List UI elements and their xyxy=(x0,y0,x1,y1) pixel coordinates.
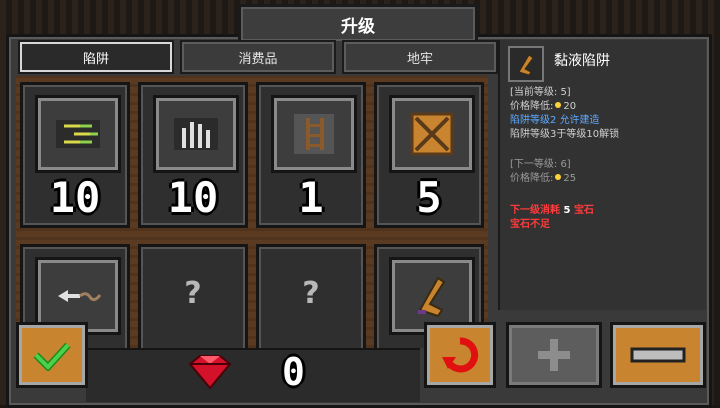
price-drop-label: 价格降低: xyxy=(510,101,554,112)
trap-level-text: 陷阱等级2 xyxy=(510,115,557,126)
upgrade-cost-row: 下一级消耗 5 宝石 xyxy=(510,204,594,218)
trap-count: 1 xyxy=(298,173,324,222)
locked-trap-card[interactable]: ? xyxy=(138,244,248,348)
tab-traps[interactable]: 陷阱 xyxy=(18,40,174,74)
next-price-label: 价格降低: xyxy=(510,173,554,184)
trap-count: 10 xyxy=(167,173,219,222)
crate-trap-icon xyxy=(389,95,475,173)
trap-card-crate[interactable]: 5 xyxy=(374,82,484,228)
trap-count: 5 xyxy=(416,173,442,222)
next-price-row: 价格降低: 25 xyxy=(510,172,576,186)
increase-button[interactable] xyxy=(506,322,602,388)
decrease-button[interactable] xyxy=(610,322,706,388)
spike-trap-icon xyxy=(153,95,239,173)
locked-icon: ? xyxy=(184,275,202,311)
cost-value: 5 xyxy=(563,205,571,216)
next-price-value: 25 xyxy=(563,173,577,184)
gem-count: 0 xyxy=(282,350,305,394)
trap-level-row: 陷阱等级2 允许建造 xyxy=(510,114,600,128)
checkmark-icon xyxy=(33,342,71,371)
unlock-note: 陷阱等级3于等级10解锁 xyxy=(510,129,620,140)
slime-trap-icon xyxy=(508,46,544,82)
confirm-button[interactable] xyxy=(16,322,88,388)
current-level: [当前等级: 5] xyxy=(510,87,571,98)
ladder-trap-icon xyxy=(271,95,357,173)
detail-title: 黏液陷阱 xyxy=(554,53,610,69)
reset-button[interactable] xyxy=(424,322,496,388)
insufficient-gems: 宝石不足 xyxy=(510,219,550,230)
trap-card-ladder[interactable]: 1 xyxy=(256,82,366,228)
cost-prefix: 下一级消耗 xyxy=(510,205,560,216)
price-drop-row: 价格降低: 20 xyxy=(510,100,576,114)
page-title: 升级 xyxy=(238,4,478,41)
bottom-bar xyxy=(86,348,420,402)
coin-icon xyxy=(555,102,562,108)
gem-icon xyxy=(182,352,238,396)
trap-card-spike[interactable]: 10 xyxy=(138,82,248,228)
trap-count: 10 xyxy=(49,173,101,222)
locked-trap-card[interactable]: ? xyxy=(256,244,366,348)
tab-consumables[interactable]: 消费品 xyxy=(180,40,336,74)
minus-icon xyxy=(630,347,686,363)
allow-build-text: 允许建造 xyxy=(559,115,600,126)
trap-detail-panel: 黏液陷阱 [当前等级: 5] 价格降低: 20 陷阱等级2 允许建造 陷阱等级3于… xyxy=(498,40,706,310)
trap-card-dart[interactable]: 10 xyxy=(20,82,130,228)
next-level: [下一等级: 6] xyxy=(510,159,571,170)
price-drop-value: 20 xyxy=(563,101,577,112)
trap-grid: 10 10 1 5 ? ? xyxy=(16,76,488,348)
plus-icon xyxy=(538,339,570,371)
tab-bar: 陷阱 消费品 地牢 xyxy=(18,40,498,74)
undo-icon xyxy=(442,337,479,373)
locked-icon: ? xyxy=(302,275,320,311)
tab-dungeon[interactable]: 地牢 xyxy=(342,40,498,74)
dart-trap-icon xyxy=(35,95,121,173)
coin-icon xyxy=(555,174,562,180)
cost-suffix: 宝石 xyxy=(573,205,594,216)
